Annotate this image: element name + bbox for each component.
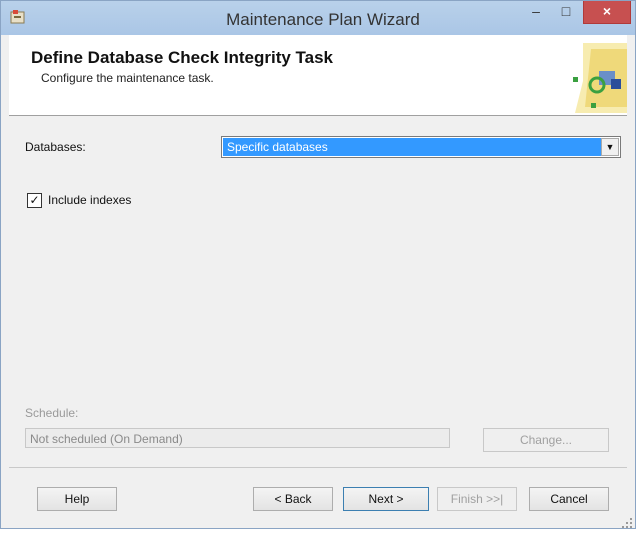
finish-button[interactable]: Finish >>|: [437, 487, 517, 511]
wizard-graphic-icon: [569, 41, 627, 113]
dropdown-arrow-icon[interactable]: ▼: [601, 138, 619, 156]
page-title: Define Database Check Integrity Task: [31, 48, 334, 67]
task-options-panel: Databases: Specific databases ▼ ✓ Includ…: [9, 116, 627, 460]
resize-grip-icon[interactable]: [622, 515, 632, 528]
page-subtitle: Configure the maintenance task.: [41, 71, 214, 85]
help-button[interactable]: Help: [37, 487, 117, 511]
databases-label: Databases:: [25, 140, 86, 154]
maximize-button[interactable]: □: [553, 1, 579, 23]
wizard-window: Maintenance Plan Wizard – □ × Define Dat…: [0, 0, 636, 529]
databases-select[interactable]: Specific databases ▼: [221, 136, 621, 158]
footer-divider: [9, 467, 627, 468]
cancel-button[interactable]: Cancel: [529, 487, 609, 511]
wizard-header: Define Database Check Integrity Task Con…: [9, 35, 627, 116]
change-schedule-button[interactable]: Change...: [483, 428, 609, 452]
next-button[interactable]: Next >: [343, 487, 429, 511]
title-bar[interactable]: Maintenance Plan Wizard – □ ×: [1, 1, 635, 35]
schedule-field: Not scheduled (On Demand): [25, 428, 450, 448]
include-indexes-label: Include indexes: [48, 193, 132, 207]
databases-selected-value: Specific databases: [223, 138, 601, 156]
minimize-button[interactable]: –: [523, 1, 549, 23]
close-button[interactable]: ×: [583, 1, 631, 24]
back-button[interactable]: < Back: [253, 487, 333, 511]
include-indexes-checkbox[interactable]: ✓: [27, 193, 42, 208]
schedule-label: Schedule:: [25, 406, 79, 420]
